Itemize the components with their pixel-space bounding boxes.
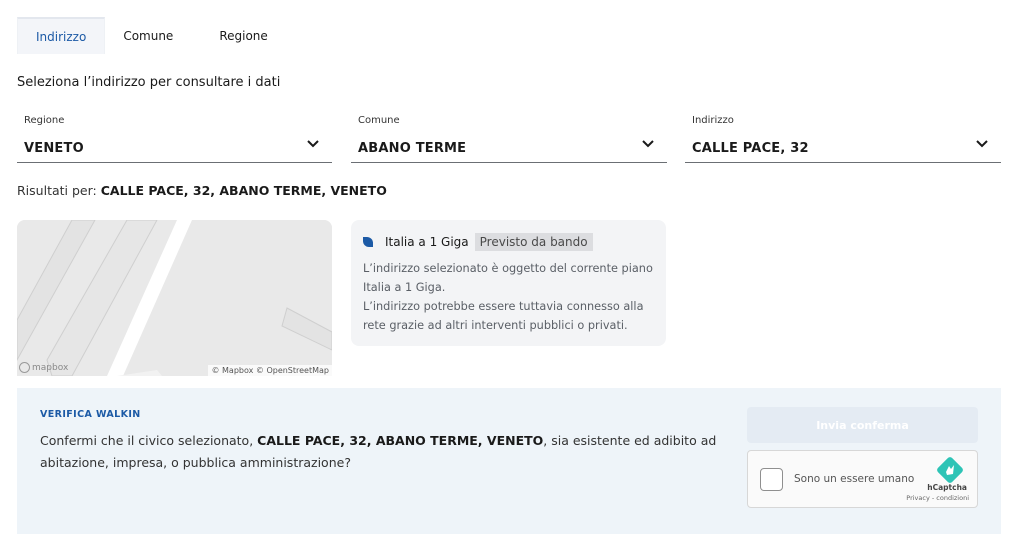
tab-comune[interactable]: Comune — [105, 17, 191, 54]
info-card-header: Italia a 1 Giga Previsto da bando — [363, 233, 593, 251]
description-line-2: L’indirizzo potrebbe essere tuttavia con… — [363, 300, 644, 332]
chevron-down-icon — [976, 140, 988, 148]
page-subtitle: Seleziona l’indirizzo per consultare i d… — [17, 75, 281, 90]
hcaptcha-logo-icon[interactable] — [937, 457, 963, 483]
results-address: CALLE PACE, 32, ABANO TERME, VENETO — [100, 183, 387, 198]
tab-bar: Indirizzo Comune Regione — [17, 17, 286, 54]
mapbox-logo[interactable]: mapbox — [19, 362, 68, 373]
captcha-checkbox[interactable] — [760, 468, 783, 491]
captcha-brand: hCaptcha — [927, 483, 967, 492]
comune-select-label: Comune — [358, 115, 400, 126]
verifica-question: Confermi che il civico selezionato, CALL… — [40, 430, 730, 474]
results-prefix: Risultati per: — [17, 183, 97, 198]
info-card: Italia a 1 Giga Previsto da bando L’indi… — [351, 220, 666, 346]
map-canvas — [17, 220, 332, 376]
indirizzo-select-label: Indirizzo — [692, 115, 734, 126]
question-address: CALLE PACE, 32, ABANO TERME, VENETO — [257, 433, 544, 448]
chevron-down-icon — [642, 140, 654, 148]
leaf-icon — [363, 237, 373, 247]
verifica-title: VERIFICA WALKIN — [40, 409, 141, 420]
comune-select-value: ABANO TERME — [358, 141, 467, 156]
indirizzo-select[interactable]: Indirizzo CALLE PACE, 32 — [685, 112, 1001, 163]
hcaptcha-widget: Sono un essere umano hCaptcha Privacy - … — [747, 450, 978, 508]
indirizzo-select-value: CALLE PACE, 32 — [692, 141, 809, 156]
mapbox-icon — [19, 362, 30, 373]
regione-select-value: VENETO — [24, 141, 84, 156]
map-attribution[interactable]: © Mapbox © OpenStreetMap — [208, 365, 332, 376]
status-badge: Previsto da bando — [474, 233, 593, 251]
map[interactable]: mapbox © Mapbox © OpenStreetMap — [17, 220, 332, 376]
mapbox-logo-text: mapbox — [32, 362, 69, 373]
description-line-1: L’indirizzo selezionato è oggetto del co… — [363, 262, 653, 294]
tab-indirizzo[interactable]: Indirizzo — [17, 17, 106, 54]
regione-select-label: Regione — [24, 115, 65, 126]
tab-regione[interactable]: Regione — [191, 17, 285, 54]
captcha-privacy-link[interactable]: Privacy - condizioni — [906, 494, 969, 502]
question-before: Confermi che il civico selezionato, — [40, 433, 258, 448]
captcha-label: Sono un essere umano — [794, 473, 915, 485]
info-card-description: L’indirizzo selezionato è oggetto del co… — [363, 259, 659, 335]
plan-name: Italia a 1 Giga — [385, 235, 469, 249]
verifica-panel: VERIFICA WALKIN Confermi che il civico s… — [17, 388, 1001, 534]
regione-select[interactable]: Regione VENETO — [17, 112, 332, 163]
invia-conferma-button[interactable]: Invia conferma — [747, 407, 978, 443]
results-line: Risultati per: CALLE PACE, 32, ABANO TER… — [17, 183, 387, 198]
chevron-down-icon — [307, 140, 319, 148]
comune-select[interactable]: Comune ABANO TERME — [351, 112, 667, 163]
